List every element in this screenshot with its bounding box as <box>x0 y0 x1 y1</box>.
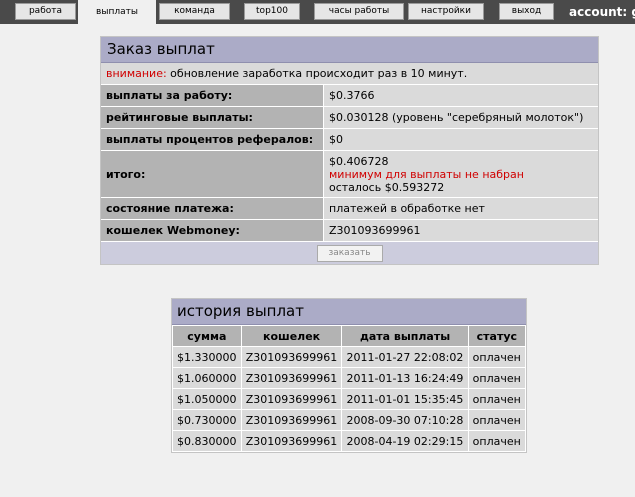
status-cell: оплачен <box>467 409 527 431</box>
table-row: $1.330000 Z301093699961 2011-01-27 22:08… <box>172 346 527 368</box>
order-button[interactable]: заказать <box>316 244 383 262</box>
amount-cell: $1.060000 <box>172 367 242 389</box>
minimum-warning: минимум для выплаты не набран <box>329 167 524 181</box>
top-nav-bar: работа выплаты команда top100 часы работ… <box>0 0 635 24</box>
wallet-value: Z301093699961 <box>323 220 598 241</box>
history-table: сумма кошелек дата выплаты статус $1.330… <box>172 325 527 452</box>
payment-status-label: состояние платежа: <box>101 198 323 219</box>
table-row: $1.060000 Z301093699961 2011-01-13 16:24… <box>172 367 527 389</box>
tab-work-hours[interactable]: часы работы <box>314 3 404 20</box>
notice-label: внимание: <box>106 67 167 80</box>
referral-payout-value: $0 <box>323 129 598 150</box>
status-cell: оплачен <box>467 346 527 368</box>
wallet-cell: Z301093699961 <box>240 346 343 368</box>
notice-text: обновление заработка происходит раз в 10… <box>166 67 468 80</box>
tab-settings[interactable]: настройки <box>408 3 484 20</box>
work-payout-value: $0.3766 <box>323 85 598 106</box>
date-cell: 2011-01-13 16:24:49 <box>341 367 469 389</box>
col-amount: сумма <box>172 325 242 347</box>
amount-cell: $1.330000 <box>172 346 242 368</box>
amount-cell: $0.730000 <box>172 409 242 431</box>
tab-logout[interactable]: выход <box>499 3 554 20</box>
total-row: итого: $0.406728 минимум для выплаты не … <box>101 150 598 197</box>
total-value-cell: $0.406728 минимум для выплаты не набран … <box>323 151 598 197</box>
payment-status-row: состояние платежа: платежей в обработке … <box>101 197 598 219</box>
col-wallet: кошелек <box>240 325 343 347</box>
tab-payouts[interactable]: выплаты <box>78 0 156 24</box>
col-status: статус <box>467 325 527 347</box>
table-row: $1.050000 Z301093699961 2011-01-01 15:35… <box>172 388 527 410</box>
table-row: $0.830000 Z301093699961 2008-04-19 02:29… <box>172 430 527 452</box>
wallet-cell: Z301093699961 <box>240 430 343 452</box>
wallet-label: кошелек Webmoney: <box>101 220 323 241</box>
tab-work[interactable]: работа <box>15 3 76 20</box>
referral-payout-row: выплаты процентов рефералов: $0 <box>101 128 598 150</box>
work-payout-row: выплаты за работу: $0.3766 <box>101 84 598 106</box>
referral-payout-label: выплаты процентов рефералов: <box>101 129 323 150</box>
account-label: account: g <box>569 5 635 19</box>
wallet-cell: Z301093699961 <box>240 367 343 389</box>
date-cell: 2011-01-27 22:08:02 <box>341 346 469 368</box>
table-row: $0.730000 Z301093699961 2008-09-30 07:10… <box>172 409 527 431</box>
total-label: итого: <box>101 151 323 197</box>
tab-team[interactable]: команда <box>159 3 230 20</box>
date-cell: 2008-04-19 02:29:15 <box>341 430 469 452</box>
wallet-cell: Z301093699961 <box>240 388 343 410</box>
rating-payout-value: $0.030128 (уровень "серебряный молоток") <box>323 107 598 128</box>
order-button-row: заказать <box>101 241 598 264</box>
remaining-amount: осталось $0.593272 <box>329 180 445 194</box>
amount-cell: $1.050000 <box>172 388 242 410</box>
work-payout-label: выплаты за работу: <box>101 85 323 106</box>
date-cell: 2008-09-30 07:10:28 <box>341 409 469 431</box>
status-cell: оплачен <box>467 430 527 452</box>
amount-cell: $0.830000 <box>172 430 242 452</box>
status-cell: оплачен <box>467 367 527 389</box>
wallet-row: кошелек Webmoney: Z301093699961 <box>101 219 598 241</box>
order-payout-panel: Заказ выплат внимание: обновление зарабо… <box>100 36 599 265</box>
payout-history-panel: история выплат сумма кошелек дата выплат… <box>171 298 527 453</box>
update-notice: внимание: обновление заработка происходи… <box>101 63 598 84</box>
total-value: $0.406728 <box>329 154 389 168</box>
status-cell: оплачен <box>467 388 527 410</box>
history-header-row: сумма кошелек дата выплаты статус <box>172 325 527 347</box>
wallet-cell: Z301093699961 <box>240 409 343 431</box>
date-cell: 2011-01-01 15:35:45 <box>341 388 469 410</box>
tab-top100[interactable]: top100 <box>244 3 300 20</box>
payment-status-value: платежей в обработке нет <box>323 198 598 219</box>
rating-payout-label: рейтинговые выплаты: <box>101 107 323 128</box>
col-payout-date: дата выплаты <box>341 325 469 347</box>
rating-payout-row: рейтинговые выплаты: $0.030128 (уровень … <box>101 106 598 128</box>
panel-title: Заказ выплат <box>101 37 598 63</box>
history-title: история выплат <box>172 299 526 325</box>
